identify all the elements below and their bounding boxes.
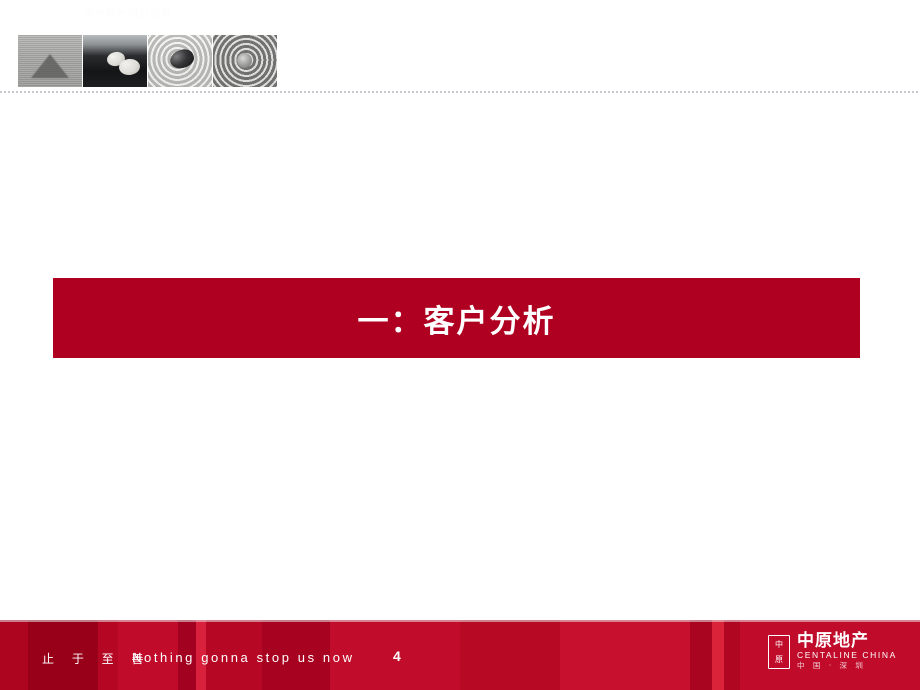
centaline-logo: 中 原 中原地产 CENTALINE CHINA 中 国 · 深 圳	[768, 632, 897, 671]
stone-shape	[118, 57, 141, 77]
logo-mark-bottom-char: 原	[775, 654, 783, 664]
footer-top-divider	[0, 620, 920, 622]
centaline-logo-mark-icon: 中 原	[768, 634, 790, 669]
dark-pebble-photo	[148, 35, 212, 87]
footer-slogan-english: Nothing gonna stop us now	[132, 650, 355, 665]
section-title-banner: 一：客户分析	[53, 278, 860, 358]
ripple-rings-photo	[213, 35, 277, 87]
white-stones-photo	[83, 35, 147, 87]
slide-header: 中原地产项目营销	[0, 0, 920, 95]
header-dotted-divider	[0, 91, 920, 93]
sand-cone-photo	[18, 35, 82, 87]
logo-mark-top-char: 中	[775, 639, 783, 649]
header-thumbnail-strip	[18, 35, 277, 87]
presentation-slide: 中原地产项目营销 一：客户分析 止 于 至 善 Nothing gonna st…	[0, 0, 920, 690]
page-number: 4	[393, 648, 401, 664]
logo-company-name-en: CENTALINE CHINA	[797, 650, 897, 660]
section-title-text: 一：客户分析	[357, 303, 556, 340]
centaline-logo-text: 中原地产 CENTALINE CHINA 中 国 · 深 圳	[797, 632, 897, 671]
logo-company-location: 中 国 · 深 圳	[797, 661, 866, 670]
header-faint-caption: 中原地产项目营销	[84, 9, 172, 20]
logo-company-name-cn: 中原地产	[797, 631, 869, 651]
